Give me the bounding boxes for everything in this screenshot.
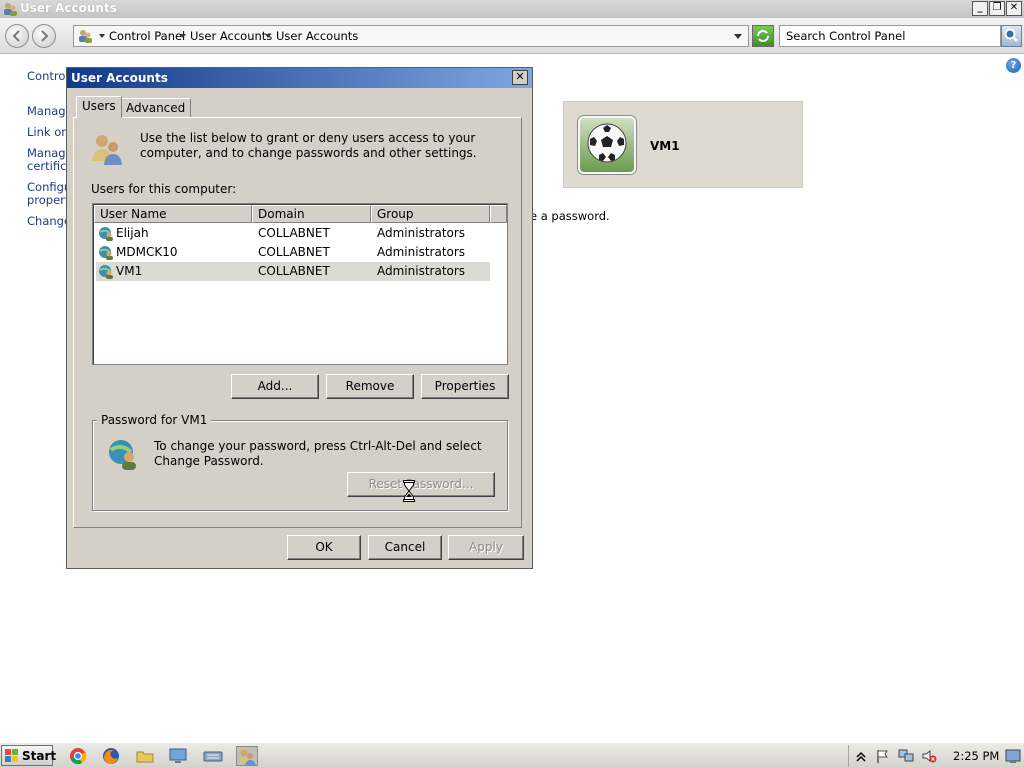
folder-icon: [136, 751, 154, 763]
reset-password-button[interactable]: Reset Password...: [347, 472, 495, 497]
start-button[interactable]: Start: [1, 745, 57, 766]
search-input[interactable]: Search Control Panel: [779, 25, 1001, 47]
taskbar-explorer[interactable]: [135, 746, 157, 766]
column-header-user-name[interactable]: User Name: [94, 205, 252, 223]
arrow-left-icon: [12, 30, 20, 42]
taskbar-server-manager[interactable]: [168, 746, 190, 766]
dialog-close-button[interactable]: ✕: [512, 70, 528, 85]
avatar: [578, 116, 636, 174]
globe-user-icon: [99, 227, 113, 241]
intro-text: Use the list below to grant or deny user…: [140, 131, 477, 160]
users-list-label: Users for this computer:: [91, 182, 237, 196]
window-title: User Accounts: [20, 1, 117, 15]
table-row[interactable]: Elijah COLLABNET Administrators: [96, 224, 490, 243]
globe-user-icon: [109, 440, 136, 470]
user-accounts-icon: [4, 3, 17, 16]
search-button[interactable]: [1001, 25, 1022, 47]
address-toolbar: Control Panel User Accounts User Account…: [0, 18, 1024, 54]
user-accounts-dialog: User Accounts ✕ Users Advanced Use the l…: [66, 67, 533, 569]
windows-logo-icon: [5, 749, 18, 762]
group-cell: Administrators: [377, 245, 466, 259]
keyboard-icon: [203, 751, 223, 762]
apply-button[interactable]: Apply: [448, 535, 524, 560]
domain-cell: COLLABNET: [258, 226, 330, 240]
group-cell: Administrators: [377, 264, 466, 278]
dialog-titlebar[interactable]: User Accounts ✕: [67, 68, 532, 88]
ok-button[interactable]: OK: [287, 535, 361, 560]
restore-button[interactable]: ❐: [989, 1, 1005, 16]
taskbar-user-accounts[interactable]: [236, 746, 258, 766]
add-user-button[interactable]: Add...: [231, 374, 319, 399]
table-row[interactable]: MDMCK10 COLLABNET Administrators: [96, 243, 490, 262]
taskbar-firefox[interactable]: [101, 746, 123, 766]
firefox-icon: [103, 748, 119, 764]
column-header-filler: [490, 205, 507, 223]
chrome-icon: [70, 748, 87, 765]
user-name-cell: MDMCK10: [116, 245, 178, 259]
background-partial-text: e a password.: [530, 209, 610, 223]
globe-user-icon: [99, 246, 113, 260]
start-label: Start: [22, 749, 57, 763]
network-icon[interactable]: [898, 748, 914, 764]
hourglass-cursor-icon: [403, 480, 415, 502]
globe-user-icon: [99, 265, 113, 279]
system-tray: 2:25 PM: [848, 745, 1023, 767]
address-dropdown-icon[interactable]: [734, 34, 742, 39]
search-icon: [1004, 28, 1018, 42]
breadcrumb-chevron-icon[interactable]: [99, 34, 105, 38]
window-titlebar: User Accounts _ ❐ ✕: [0, 0, 1024, 18]
user-name-cell: VM1: [116, 264, 143, 278]
user-tile: VM1: [563, 101, 803, 188]
breadcrumb-chevron-icon[interactable]: [265, 34, 271, 38]
minimize-button[interactable]: _: [972, 1, 988, 16]
refresh-button[interactable]: [752, 25, 774, 47]
domain-cell: COLLABNET: [258, 245, 330, 259]
taskbar-keyboard[interactable]: [203, 746, 225, 766]
show-desktop-icon[interactable]: [1005, 748, 1021, 764]
users-icon: [92, 135, 122, 165]
breadcrumb-user-accounts[interactable]: User Accounts: [190, 29, 272, 43]
help-icon[interactable]: ?: [1006, 58, 1021, 73]
domain-cell: COLLABNET: [258, 264, 330, 278]
chevron-up-icon[interactable]: [853, 748, 869, 764]
close-window-button[interactable]: ✕: [1006, 1, 1022, 16]
taskbar-chrome[interactable]: [68, 746, 90, 766]
tab-advanced[interactable]: Advanced: [120, 98, 192, 118]
arrow-right-icon: [41, 30, 49, 42]
users-icon: [238, 749, 256, 766]
cancel-button[interactable]: Cancel: [368, 535, 442, 560]
link-change[interactable]: Change: [27, 214, 71, 228]
group-cell: Administrators: [377, 226, 466, 240]
monitor-icon: [169, 748, 187, 763]
password-instructions: To change your password, press Ctrl-Alt-…: [154, 439, 482, 468]
back-button[interactable]: [5, 24, 29, 48]
forward-button[interactable]: [32, 24, 56, 48]
tab-users[interactable]: Users: [76, 96, 122, 118]
breadcrumb-chevron-icon[interactable]: [180, 34, 186, 38]
remove-user-button[interactable]: Remove: [326, 374, 414, 399]
column-header-group[interactable]: Group: [371, 205, 490, 223]
refresh-icon: [757, 30, 769, 42]
users-list-header: User Name Domain Group: [94, 205, 507, 223]
taskbar: Start 2:25 PM: [0, 742, 1024, 768]
search-placeholder: Search Control Panel: [786, 29, 906, 43]
speaker-muted-icon[interactable]: [921, 748, 937, 764]
breadcrumb-control-panel[interactable]: Control Panel: [109, 29, 185, 43]
address-box[interactable]: Control Panel User Accounts User Account…: [73, 25, 749, 47]
table-row-selected[interactable]: VM1 COLLABNET Administrators: [96, 262, 490, 281]
dialog-title: User Accounts: [71, 71, 168, 85]
password-group-title: Password for VM1: [97, 413, 212, 427]
users-list[interactable]: User Name Domain Group Elijah COLLABNET …: [92, 203, 508, 365]
user-tile-name: VM1: [650, 139, 680, 153]
soccer-ball-icon: [587, 123, 627, 163]
link-configure-properties[interactable]: Configu: [27, 180, 71, 194]
user-name-cell: Elijah: [116, 226, 149, 240]
breadcrumb-user-accounts-current[interactable]: User Accounts: [276, 29, 358, 43]
clock[interactable]: 2:25 PM: [953, 749, 999, 763]
properties-button[interactable]: Properties: [421, 374, 509, 399]
control-panel-icon: [79, 30, 92, 43]
flag-icon[interactable]: [875, 748, 891, 764]
column-header-domain[interactable]: Domain: [252, 205, 371, 223]
link-control-panel-home[interactable]: Control: [27, 69, 69, 83]
